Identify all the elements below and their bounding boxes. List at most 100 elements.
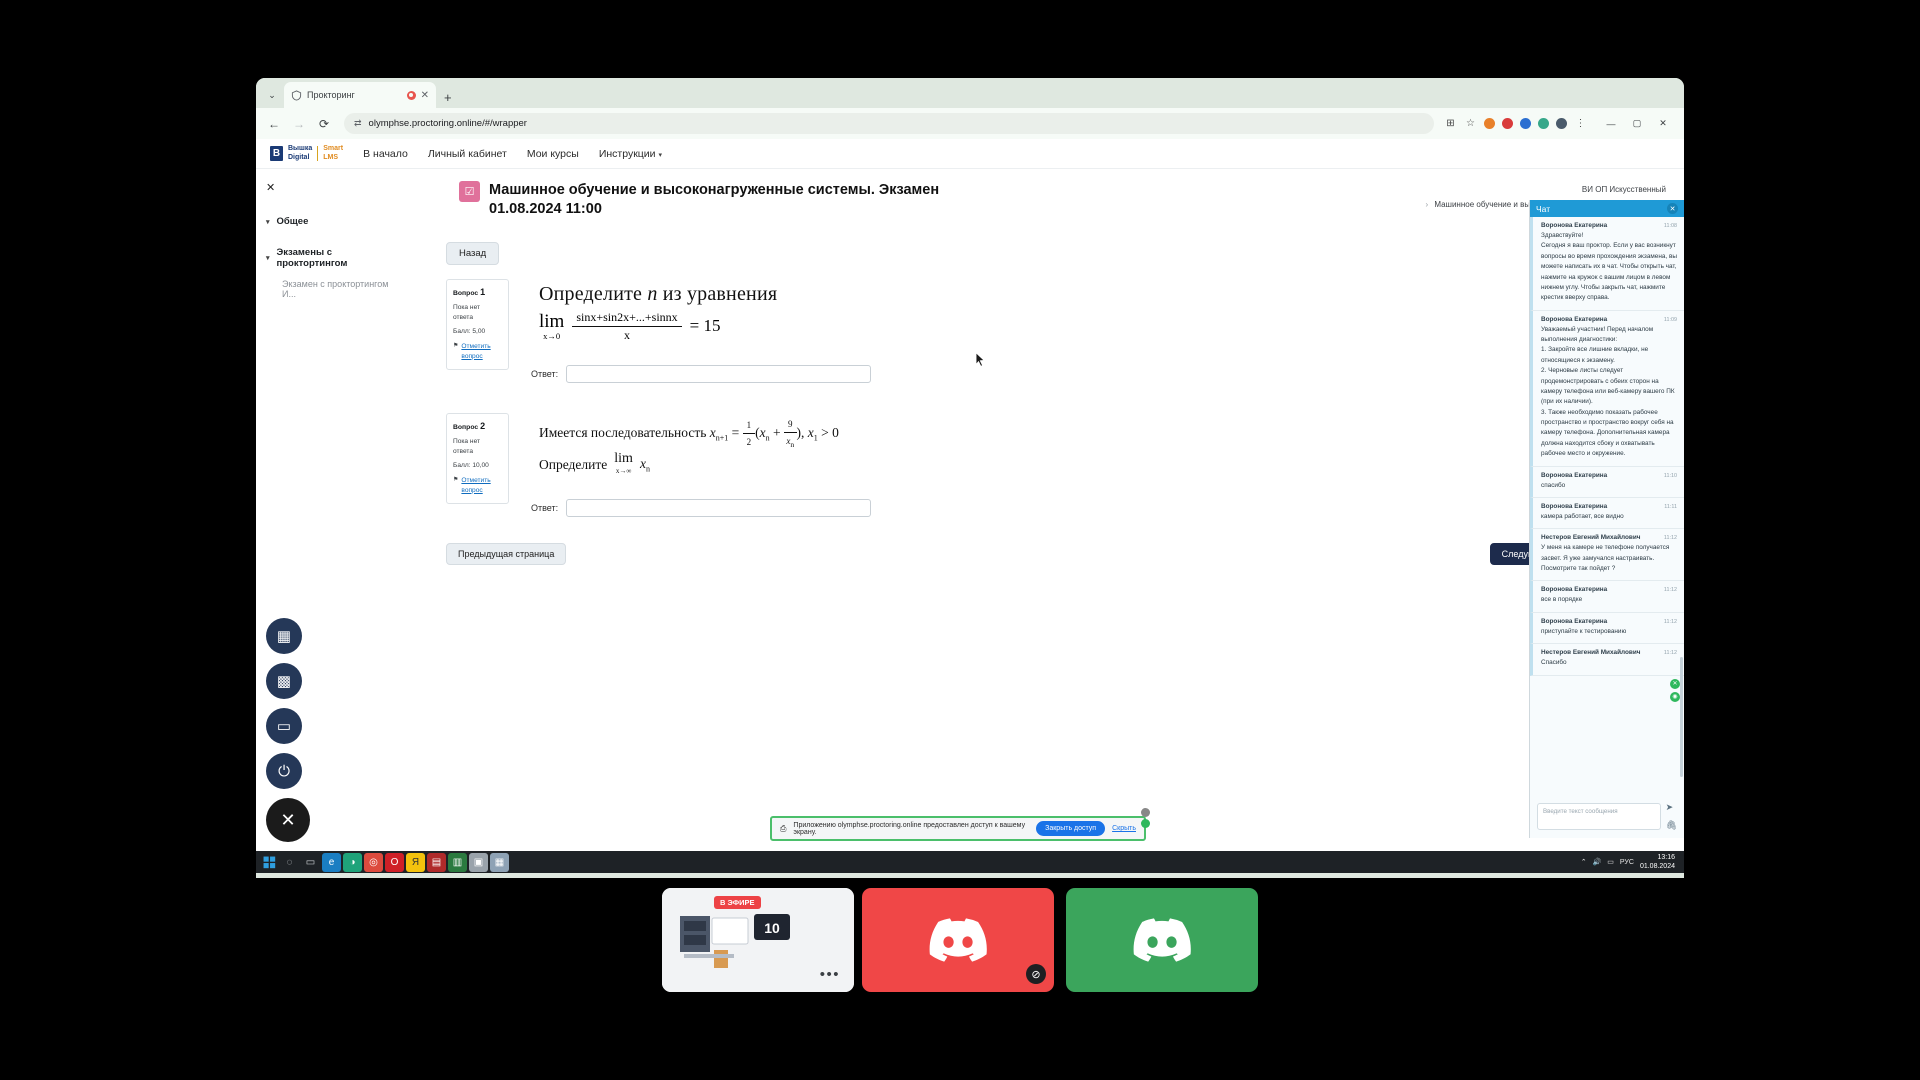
- brand-logo[interactable]: В Вышка Digital Smart LMS: [270, 145, 343, 161]
- language-indicator[interactable]: РУС: [1620, 859, 1634, 866]
- nav-link-courses[interactable]: Мои курсы: [527, 148, 579, 160]
- drawer-section-general[interactable]: ▾ Общее: [266, 216, 401, 227]
- chrome-icon[interactable]: ◎: [364, 852, 383, 872]
- grid-icon[interactable]: ▦: [266, 618, 302, 654]
- minimize-button[interactable]: —: [1598, 113, 1624, 134]
- arrow-forward-icon[interactable]: →: [289, 114, 309, 134]
- lim-subscript: x→0: [543, 330, 561, 341]
- hide-share-bar-button[interactable]: Скрыть: [1112, 825, 1136, 832]
- network-icon[interactable]: ▭: [1607, 858, 1614, 866]
- answer-input[interactable]: [566, 498, 872, 517]
- discord-avatar-tile-red[interactable]: ⊘: [862, 888, 1054, 992]
- question-score: Балл: 5,00: [453, 327, 486, 335]
- answer-label: Ответ:: [531, 502, 559, 513]
- extension-teal-icon[interactable]: [1538, 118, 1549, 129]
- message-text: все в порядке: [1541, 596, 1583, 604]
- q1-tail: из уравнения: [662, 282, 778, 305]
- discord-avatar-tile-green[interactable]: [1066, 888, 1258, 992]
- bookmark-star-icon[interactable]: ☆: [1464, 117, 1477, 130]
- q1-var: n: [647, 282, 658, 305]
- app-icon-1[interactable]: ▤: [427, 852, 446, 872]
- clock[interactable]: 13:16 01.08.2024: [1640, 853, 1675, 872]
- chat-message-list[interactable]: Воронова Екатерина 11:08 Здравствуйте! С…: [1530, 217, 1684, 796]
- drawer-item-exam[interactable]: Экзамен с проктортингом И...: [266, 279, 401, 299]
- windows-taskbar: ◌ ▭ e ◑ ◎ O Я ▤ ▥ ▣ ▦ ⌃ 🔊 ▭ РУС 13:16 01…: [256, 851, 1684, 873]
- more-menu-icon[interactable]: ⋮: [1574, 117, 1587, 130]
- chat-message: Воронова Екатерина 11:12 все в порядке: [1530, 581, 1684, 613]
- app-icon-teal[interactable]: ◑: [343, 852, 362, 872]
- arrow-back-icon[interactable]: ←: [264, 114, 284, 134]
- camera-badge-icon[interactable]: [1141, 819, 1150, 828]
- attach-icon[interactable]: 🖇: [1666, 820, 1677, 831]
- flag-question-control[interactable]: ⚑ Отметить вопрос: [453, 476, 502, 496]
- page-title: Машинное обучение и высоконагруженные си…: [489, 182, 940, 198]
- extension-red-icon[interactable]: [1502, 118, 1513, 129]
- stop-cross-icon[interactable]: ✕: [266, 798, 310, 842]
- close-icon[interactable]: ✕: [1667, 203, 1678, 214]
- qr-code-icon[interactable]: ▩: [266, 663, 302, 699]
- q1-intro: Определите: [539, 282, 643, 305]
- chat-input[interactable]: Введите текст сообщения: [1537, 803, 1661, 830]
- windows-start-icon[interactable]: [260, 853, 278, 871]
- reload-icon[interactable]: ⟳: [314, 114, 334, 134]
- maximize-button[interactable]: ▢: [1624, 113, 1650, 134]
- edge-icon[interactable]: e: [322, 852, 341, 872]
- nav-link-instructions[interactable]: Инструкции ▾: [599, 148, 662, 160]
- chat-title: Чат: [1536, 203, 1551, 214]
- drawer-close-icon[interactable]: ✕: [266, 181, 401, 194]
- share-screen-icon[interactable]: ⊞: [1444, 117, 1457, 130]
- previous-page-button[interactable]: Предыдущая страница: [446, 542, 567, 565]
- stop-sharing-button[interactable]: Закрыть доступ: [1036, 821, 1106, 836]
- question-status: Пока нет ответа: [453, 438, 481, 455]
- new-tab-button[interactable]: +: [444, 90, 452, 108]
- back-button[interactable]: Назад: [446, 241, 500, 265]
- tune-icon[interactable]: ⇄: [354, 118, 362, 129]
- profile-avatar-icon[interactable]: [1556, 118, 1567, 129]
- brand-line2: Digital: [288, 153, 310, 161]
- drawer-section-proctored[interactable]: ▾ Экзамены с проктортингом: [266, 247, 401, 269]
- volume-icon[interactable]: 🔊: [1593, 858, 1602, 866]
- settings-badge-icon[interactable]: [1141, 808, 1150, 817]
- brand-line1: Вышка: [288, 145, 313, 153]
- address-bar-url: olymphse.proctoring.online/#/wrapper: [368, 118, 527, 129]
- close-icon[interactable]: ✕: [421, 90, 429, 101]
- tab-list-chevron-icon[interactable]: ⌄: [260, 82, 284, 108]
- app-icon-2[interactable]: ▥: [448, 852, 467, 872]
- chevron-up-icon[interactable]: ⌃: [1581, 858, 1587, 866]
- svg-text:10: 10: [764, 920, 780, 936]
- nav-link-home[interactable]: В начало: [363, 148, 408, 160]
- discord-screenshare-tile[interactable]: 10 В ЭФИРЕ •••: [662, 888, 854, 992]
- chat-message: Нестеров Евгений Михайлович 11:12 У меня…: [1530, 529, 1684, 582]
- chat-scrollbar[interactable]: [1680, 657, 1683, 777]
- app-icon-3[interactable]: ▦: [490, 852, 509, 872]
- settings-badge-icon[interactable]: ✕: [1670, 679, 1680, 689]
- browser-window: ⌄ Прокторинг ✕ + ← → ⟳ ⇄ olymphse.procto…: [256, 78, 1684, 878]
- exam-content: ☑ Машинное обучение и высоконагруженные …: [411, 169, 1684, 873]
- question-number-value: 2: [480, 420, 486, 431]
- exit-icon[interactable]: ⏻: [266, 753, 302, 789]
- camera-badge-icon[interactable]: ◉: [1670, 692, 1680, 702]
- address-bar[interactable]: ⇄ olymphse.proctoring.online/#/wrapper: [344, 113, 1434, 134]
- lim-label: lim: [614, 450, 633, 466]
- folder-icon[interactable]: ▣: [469, 852, 488, 872]
- opera-icon[interactable]: O: [385, 852, 404, 872]
- extension-orange-icon[interactable]: [1484, 118, 1495, 129]
- question-statement: Имеется последовательность xn+1 = 1 2 (xn …: [531, 412, 951, 483]
- breadcrumb-top[interactable]: ВИ ОП Искусственный: [1421, 182, 1666, 197]
- brand-mark-icon: В: [270, 146, 283, 161]
- yandex-icon[interactable]: Я: [406, 852, 425, 872]
- live-badge: В ЭФИРЕ: [714, 896, 761, 909]
- nav-link-cabinet[interactable]: Личный кабинет: [428, 148, 507, 160]
- flag-question-label: Отметить вопрос: [461, 342, 491, 360]
- task-view-icon[interactable]: ▭: [301, 853, 320, 872]
- extension-blue-icon[interactable]: [1520, 118, 1531, 129]
- answer-input[interactable]: [566, 364, 872, 383]
- search-icon[interactable]: ◌: [280, 853, 299, 872]
- send-icon[interactable]: ➤: [1666, 802, 1677, 813]
- chat-bubble-icon[interactable]: ▭: [266, 708, 302, 744]
- more-dots-icon[interactable]: •••: [820, 966, 840, 983]
- close-window-button[interactable]: ✕: [1650, 113, 1676, 134]
- browser-tab[interactable]: Прокторинг ✕: [284, 82, 436, 108]
- quiz-card: Вопрос 1 Пока нет ответа Балл: 5,00 ⚑ От…: [411, 278, 1684, 565]
- flag-question-control[interactable]: ⚑ Отметить вопрос: [453, 342, 502, 362]
